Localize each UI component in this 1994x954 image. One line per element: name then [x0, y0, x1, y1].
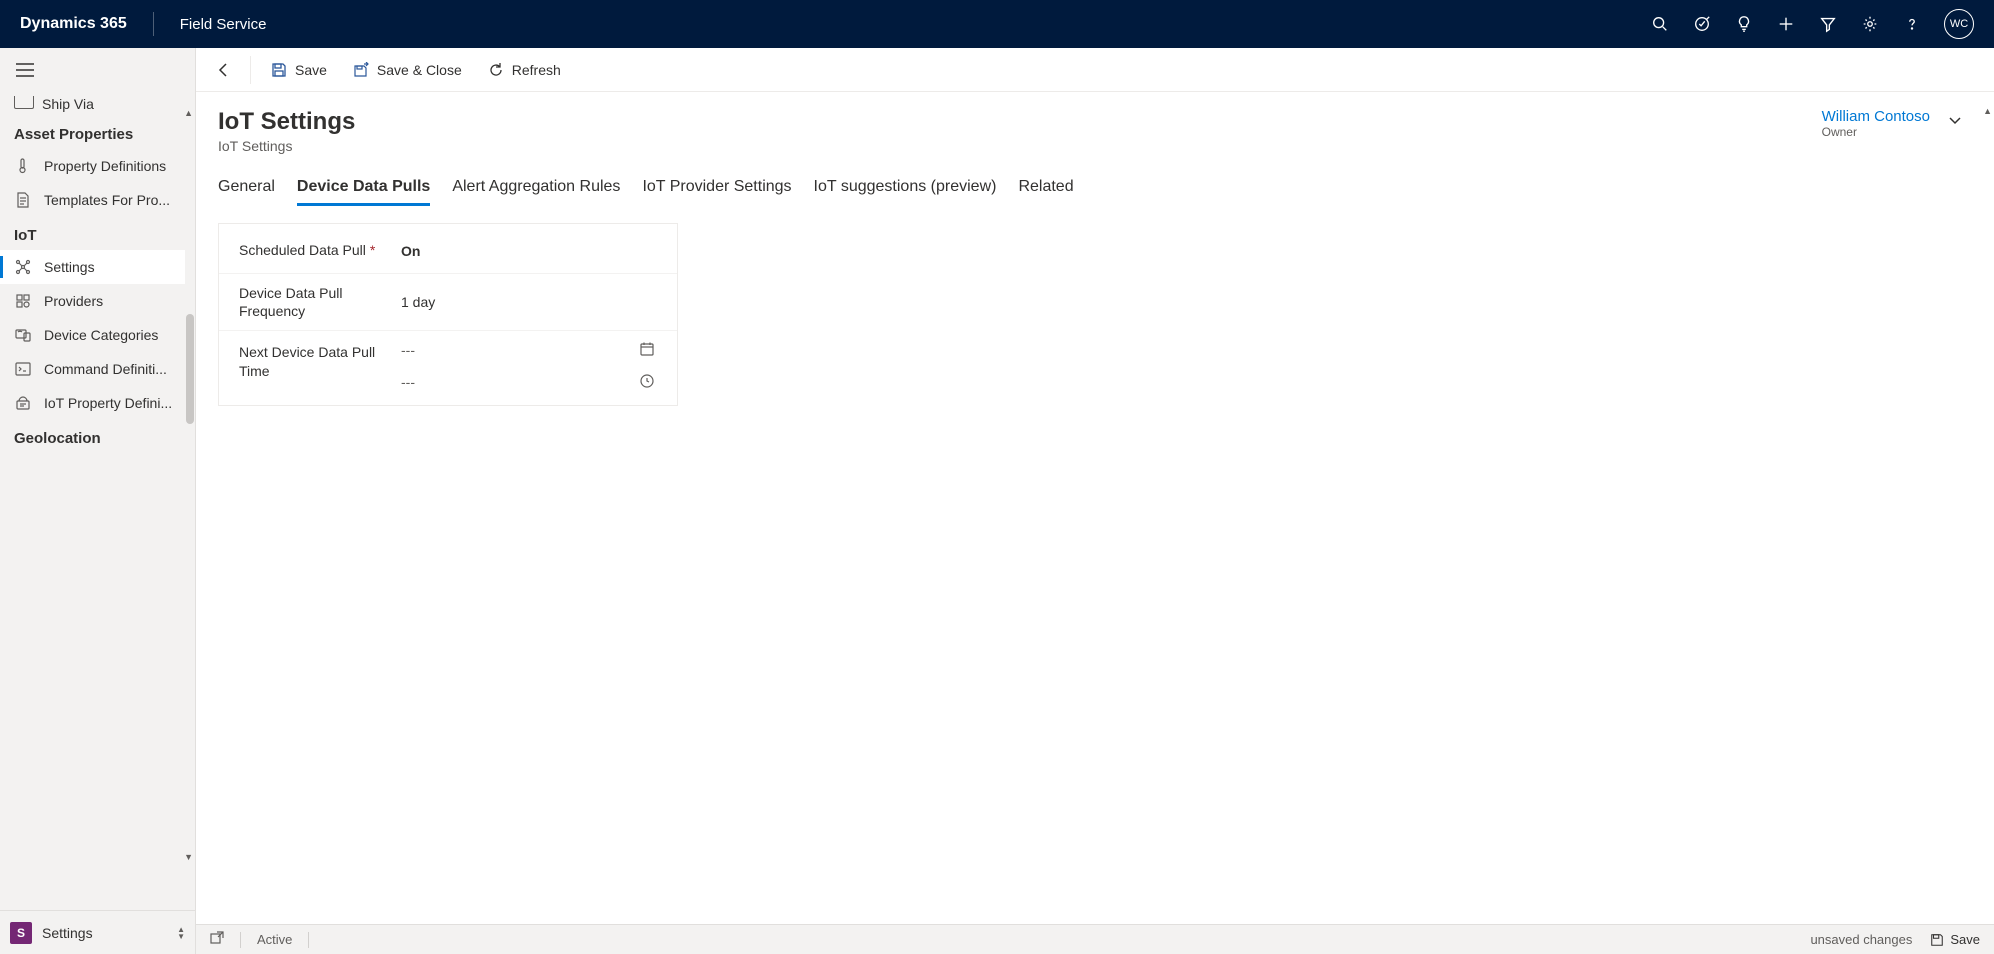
divider: [240, 932, 241, 948]
owner-link[interactable]: William Contoso: [1822, 108, 1930, 125]
field-scheduled-data-pull[interactable]: Scheduled Data Pull* On: [219, 228, 677, 274]
scroll-up-icon[interactable]: ▲: [1983, 106, 1992, 116]
form-tabs: General Device Data Pulls Alert Aggregat…: [196, 154, 1994, 207]
status-bar: Active unsaved changes Save: [196, 924, 1994, 954]
document-icon: [14, 191, 32, 209]
save-close-icon: [353, 62, 369, 78]
nav-group-asset-properties: Asset Properties: [0, 116, 195, 149]
chevron-updown-icon: ▲▼: [177, 926, 185, 940]
sidebar-item-providers[interactable]: Providers: [0, 284, 195, 318]
scroll-down-icon[interactable]: ▼: [184, 852, 193, 862]
divider: [308, 932, 309, 948]
field-value: 1 day: [401, 294, 657, 310]
nodes-icon: [14, 258, 32, 276]
tab-general[interactable]: General: [218, 172, 275, 206]
app-name-label[interactable]: Field Service: [172, 16, 275, 33]
main-content: Save Save & Close Refresh ▲ IoT Settings…: [196, 48, 1994, 954]
form-header: IoT Settings IoT Settings William Contos…: [196, 92, 1994, 154]
sidebar-item-templates[interactable]: Templates For Pro...: [0, 183, 195, 217]
sidebar-item-command-definitions[interactable]: Command Definiti...: [0, 352, 195, 386]
time-input[interactable]: ---: [401, 373, 657, 391]
area-badge: S: [10, 922, 32, 944]
field-next-data-pull-time: Next Device Data Pull Time --- ---: [219, 331, 677, 401]
calendar-icon[interactable]: [639, 341, 657, 359]
tab-iot-provider-settings[interactable]: IoT Provider Settings: [642, 172, 791, 206]
hamburger-button[interactable]: [0, 48, 195, 92]
command-bar: Save Save & Close Refresh: [196, 48, 1994, 92]
thermometer-icon: [14, 157, 32, 175]
site-map: Ship Via ▲ Asset Properties Property Def…: [0, 48, 196, 954]
field-value: On: [401, 243, 657, 259]
nav-group-iot: IoT: [0, 217, 195, 250]
area-switcher[interactable]: S Settings ▲▼: [0, 910, 195, 954]
sidebar-item-ship-via[interactable]: Ship Via: [0, 92, 195, 116]
refresh-button[interactable]: Refresh: [478, 56, 571, 84]
task-flow-icon[interactable]: [1692, 14, 1712, 34]
unsaved-changes-label: unsaved changes: [1810, 932, 1912, 947]
sidebar-scrollbar[interactable]: [185, 124, 195, 424]
clock-icon[interactable]: [639, 373, 657, 391]
divider: [250, 56, 251, 84]
devices-icon: [14, 326, 32, 344]
save-icon: [271, 62, 287, 78]
nav-group-geolocation: Geolocation: [0, 420, 195, 453]
field-data-pull-frequency[interactable]: Device Data Pull Frequency 1 day: [219, 274, 677, 331]
add-icon[interactable]: [1776, 14, 1796, 34]
sidebar-item-property-definitions[interactable]: Property Definitions: [0, 149, 195, 183]
owner-label: Owner: [1822, 125, 1930, 139]
form-section: Scheduled Data Pull* On Device Data Pull…: [218, 223, 678, 406]
filter-icon[interactable]: [1818, 14, 1838, 34]
user-avatar[interactable]: WC: [1944, 9, 1974, 39]
page-subtitle: IoT Settings: [218, 138, 355, 154]
date-input[interactable]: ---: [401, 341, 657, 359]
tab-alert-aggregation-rules[interactable]: Alert Aggregation Rules: [452, 172, 620, 206]
refresh-icon: [488, 62, 504, 78]
tab-device-data-pulls[interactable]: Device Data Pulls: [297, 172, 430, 206]
help-icon[interactable]: [1902, 14, 1922, 34]
command-icon: [14, 360, 32, 378]
back-button[interactable]: [208, 54, 240, 86]
lightbulb-icon[interactable]: [1734, 14, 1754, 34]
gear-icon[interactable]: [1860, 14, 1880, 34]
divider: [153, 12, 154, 36]
save-button[interactable]: Save: [261, 56, 337, 84]
area-label: Settings: [42, 925, 167, 941]
header-expand-button[interactable]: [1938, 108, 1972, 137]
global-nav-bar: Dynamics 365 Field Service WC: [0, 0, 1994, 48]
sidebar-item-settings[interactable]: Settings: [0, 250, 195, 284]
page-title: IoT Settings: [218, 108, 355, 136]
sidebar-item-iot-property-definitions[interactable]: IoT Property Defini...: [0, 386, 195, 420]
brand-label[interactable]: Dynamics 365: [12, 15, 135, 33]
scroll-up-icon[interactable]: ▲: [184, 108, 193, 118]
tab-iot-suggestions[interactable]: IoT suggestions (preview): [814, 172, 997, 206]
record-status: Active: [257, 932, 292, 947]
save-close-button[interactable]: Save & Close: [343, 56, 472, 84]
status-save-button[interactable]: Save: [1930, 932, 1980, 947]
sidebar-item-device-categories[interactable]: Device Categories: [0, 318, 195, 352]
tab-related[interactable]: Related: [1018, 172, 1073, 206]
search-icon[interactable]: [1650, 14, 1670, 34]
popout-icon[interactable]: [210, 931, 224, 948]
iotprop-icon: [14, 394, 32, 412]
providers-icon: [14, 292, 32, 310]
